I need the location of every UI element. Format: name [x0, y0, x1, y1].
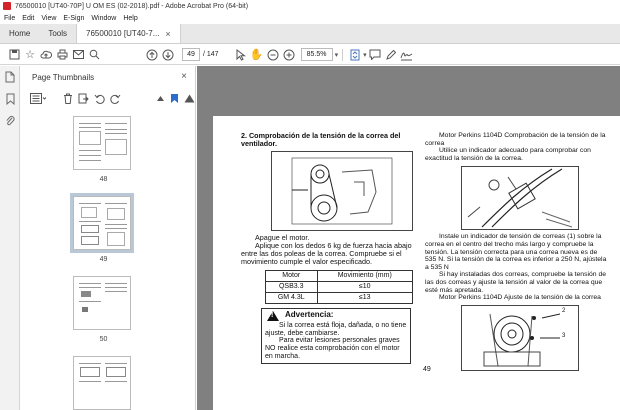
warning-box: Advertencia: Si la correa está floja, da…: [261, 307, 411, 364]
table-cell: GM 4.3L: [265, 292, 318, 304]
left-column: 2. Comprobación de la tensión de la corr…: [241, 131, 413, 364]
paragraph: Utilice un indicador adecuado para compr…: [425, 147, 591, 162]
tab-home[interactable]: Home: [0, 24, 39, 43]
bookmarks-icon[interactable]: [0, 88, 20, 110]
page-thumbnail[interactable]: [73, 276, 131, 330]
panel-close-icon[interactable]: ×: [181, 71, 187, 82]
zoom-chevron-down-icon[interactable]: ▾: [335, 51, 339, 59]
warning-title: Advertencia:: [285, 309, 334, 319]
navigation-rail: [0, 66, 20, 410]
triangle-icon[interactable]: [184, 94, 195, 105]
tab-tools[interactable]: Tools: [39, 24, 76, 43]
menu-esign[interactable]: E-Sign: [63, 15, 84, 22]
zoom-in-icon[interactable]: [281, 47, 297, 63]
page-up-icon[interactable]: [144, 47, 160, 63]
hand-tool-icon[interactable]: ✋: [249, 47, 265, 63]
warning-text: Para evitar lesiones personales graves N…: [265, 337, 400, 361]
belt-adjust-figure: 2 3: [461, 304, 579, 371]
page-thumbnail[interactable]: [73, 116, 131, 170]
bookmark-star-icon[interactable]: ☆: [22, 47, 38, 63]
tab-bar: Home Tools 76500010 [UT40-7... ×: [0, 24, 620, 44]
callout-label: 3: [562, 332, 566, 339]
zoom-level-select[interactable]: 85.5%: [300, 48, 333, 61]
table-cell: QSB3.3: [265, 281, 318, 294]
redo-icon[interactable]: [110, 93, 121, 106]
undo-icon[interactable]: [94, 93, 105, 106]
paragraph: Aplique con los dedos 6 kg de fuerza hac…: [241, 241, 412, 267]
tab-close-icon[interactable]: ×: [165, 29, 170, 39]
thumbnail-tools: [21, 88, 195, 110]
warning-icon: [267, 310, 279, 321]
main-toolbar: ☆ 49 / 147 ✋ 85.5% ▾ ▾: [0, 45, 620, 65]
highlight-pen-icon[interactable]: [383, 47, 399, 63]
enlarge-thumbnails-icon[interactable]: [170, 93, 179, 106]
panel-header: Page Thumbnails ×: [21, 66, 195, 88]
menu-bar: File Edit View E-Sign Window Help: [0, 12, 620, 24]
page-thumbnail[interactable]: [73, 356, 131, 410]
search-icon[interactable]: [86, 47, 102, 63]
page-number-input[interactable]: 49: [182, 48, 200, 61]
paragraph: Motor Perkins 1104D Ajuste de la tensión…: [439, 294, 601, 302]
page-down-icon[interactable]: [160, 47, 176, 63]
thumbnail-label: 50: [99, 336, 108, 343]
fit-page-icon[interactable]: [347, 47, 363, 63]
panel-title: Page Thumbnails: [32, 72, 95, 82]
extract-page-icon[interactable]: [78, 93, 89, 106]
page-thumbnails-icon[interactable]: [0, 66, 20, 88]
sign-icon[interactable]: [399, 47, 415, 63]
thumbnail-label: 48: [99, 176, 108, 183]
page-thumbnail-selected[interactable]: [70, 193, 134, 253]
attachments-icon[interactable]: [0, 110, 20, 132]
mail-icon[interactable]: [70, 47, 86, 63]
delete-icon[interactable]: [63, 93, 73, 106]
paragraph: Motor Perkins 1104D Comprobación de la t…: [425, 132, 606, 147]
thumbnail-options-icon[interactable]: [30, 92, 47, 106]
menu-file[interactable]: File: [4, 15, 15, 22]
document-viewer[interactable]: 2. Comprobación de la tensión de la corr…: [197, 66, 620, 410]
table-header: Motor: [265, 270, 318, 283]
belt-spec-table: Motor Movimiento (mm) QSB3.3 ≤10 GM 4.3L…: [265, 270, 413, 304]
table-header: Movimiento (mm): [316, 270, 413, 283]
table-cell: ≤13: [316, 292, 413, 304]
section-heading: 2. Comprobación de la tensión de la corr…: [241, 131, 401, 149]
page-number: 49: [423, 366, 431, 373]
tension-gauge-figure: [461, 166, 579, 231]
table-cell: ≤10: [316, 281, 413, 294]
thumbnail-list: 48 49 50: [21, 112, 191, 410]
comment-icon[interactable]: [367, 47, 383, 63]
warning-text: Si la correa está floja, dañada, o no ti…: [265, 321, 407, 337]
shrink-thumbnails-icon[interactable]: [156, 94, 165, 104]
thumbnails-panel: Page Thumbnails × 48 49 50: [21, 66, 214, 410]
tab-document[interactable]: 76500010 [UT40-7... ×: [76, 24, 181, 43]
acrobat-logo-icon: [3, 2, 11, 10]
print-icon[interactable]: [54, 47, 70, 63]
table-row: GM 4.3L ≤13: [265, 292, 413, 304]
menu-view[interactable]: View: [41, 15, 56, 22]
thumbnail-label: 49: [99, 256, 108, 263]
menu-edit[interactable]: Edit: [22, 15, 34, 22]
callout-label: 2: [562, 307, 566, 314]
upload-icon[interactable]: [38, 47, 54, 63]
right-column: Motor Perkins 1104D Comprobación de la t…: [425, 132, 610, 371]
save-icon[interactable]: [6, 47, 22, 63]
menu-window[interactable]: Window: [91, 15, 116, 22]
pdf-page: 2. Comprobación de la tensión de la corr…: [213, 116, 620, 410]
paragraph: Si hay instaladas dos correas, compruebe…: [425, 271, 606, 294]
toolbar-divider: [342, 48, 344, 61]
page-total: / 147: [203, 51, 219, 58]
zoom-out-icon[interactable]: [265, 47, 281, 63]
select-cursor-icon[interactable]: [233, 47, 249, 63]
menu-help[interactable]: Help: [123, 15, 137, 22]
title-bar: 76500010 [UT40-70P] U OM ES (02-2018).pd…: [0, 0, 620, 12]
window-title: 76500010 [UT40-70P] U OM ES (02-2018).pd…: [15, 2, 249, 10]
table-row: QSB3.3 ≤10: [265, 281, 413, 294]
tab-document-label: 76500010 [UT40-7...: [86, 29, 160, 38]
fan-belt-figure: [271, 151, 413, 232]
paragraph: Instale un indicador de tensión de corre…: [425, 233, 607, 271]
